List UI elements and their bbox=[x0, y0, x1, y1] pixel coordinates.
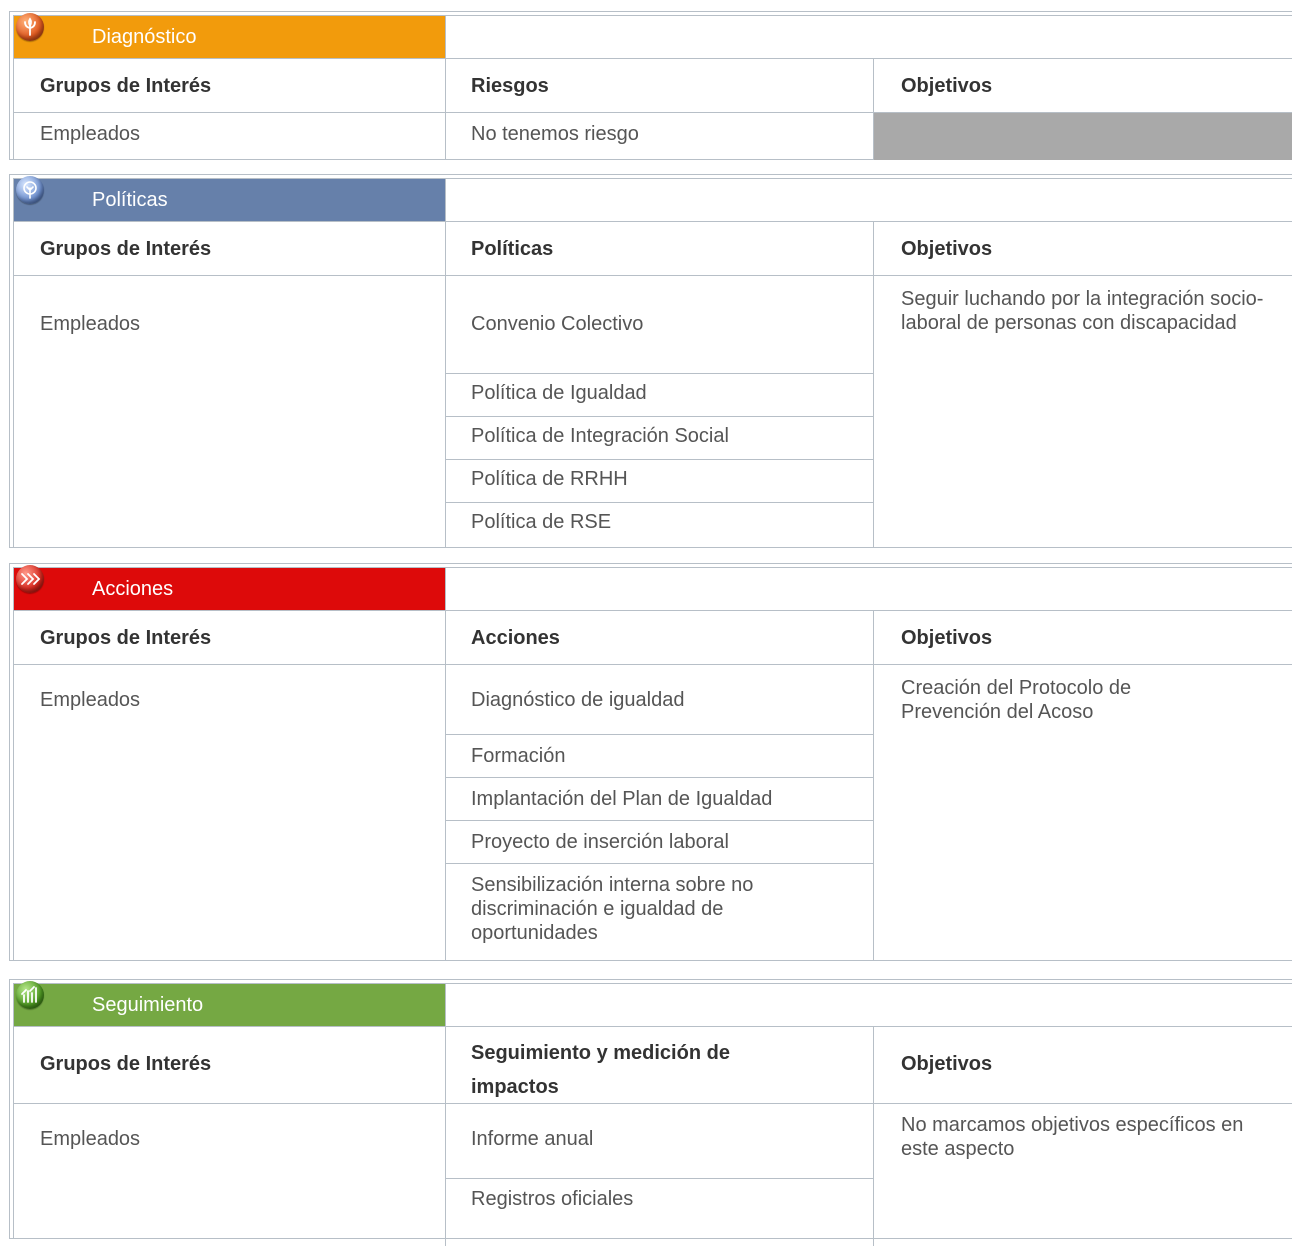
growth-icon bbox=[16, 981, 44, 1009]
objetivo-cell: Creación del Protocolo de Prevención del… bbox=[901, 677, 1132, 723]
column-header-objetivos: Objetivos bbox=[901, 1053, 993, 1075]
column-header-grupos: Grupos de Interés bbox=[40, 627, 212, 649]
seguimiento-item: Informe anual bbox=[471, 1128, 594, 1150]
sprout-icon bbox=[16, 13, 44, 41]
diagnostico-section: Diagnóstico Grupos de Interés Riesgos Ob… bbox=[9, 11, 1292, 160]
seguimiento-header: Seguimiento bbox=[14, 981, 1292, 1027]
section-title: Políticas bbox=[92, 189, 168, 211]
column-header-grupos: Grupos de Interés bbox=[40, 1053, 212, 1075]
politica-item: Política de RRHH bbox=[471, 468, 628, 490]
politicas-tab: Políticas bbox=[14, 176, 446, 221]
politica-item: Convenio Colectivo bbox=[471, 313, 644, 335]
politica-item: Política de RSE bbox=[471, 511, 612, 533]
column-header-grupos: Grupos de Interés bbox=[40, 238, 212, 260]
column-header-objetivos: Objetivos bbox=[901, 75, 993, 97]
grupo-cell: Empleados bbox=[40, 313, 141, 335]
seguimiento-section: Seguimiento Grupos de Interés Seguimient… bbox=[9, 979, 1292, 1246]
accion-item: Formación bbox=[471, 745, 566, 767]
seguimiento-tab: Seguimiento bbox=[14, 981, 446, 1026]
politica-item: Política de Integración Social bbox=[471, 425, 729, 447]
objetivo-cell: No marcamos objetivos específicos en est… bbox=[901, 1114, 1244, 1160]
accion-item: Implantación del Plan de Igualdad bbox=[471, 788, 773, 810]
objetivo-empty-cell bbox=[874, 113, 1292, 160]
accion-item: Sensibilización interna sobre no discrim… bbox=[471, 874, 754, 944]
section-title: Seguimiento bbox=[92, 994, 204, 1016]
column-header-objetivos: Objetivos bbox=[901, 238, 993, 260]
column-header-seguimiento: Seguimiento y medición de impactos bbox=[471, 1042, 730, 1098]
column-header-objetivos: Objetivos bbox=[901, 627, 993, 649]
grupo-cell: Empleados bbox=[40, 1128, 141, 1150]
grupo-cell: Empleados bbox=[40, 123, 141, 145]
accion-item: Proyecto de inserción laboral bbox=[471, 831, 729, 853]
column-header-acciones: Acciones bbox=[471, 627, 560, 649]
accion-item: Diagnóstico de igualdad bbox=[471, 689, 685, 711]
acciones-section: Acciones Grupos de Interés Acciones Obje… bbox=[9, 563, 1292, 961]
politica-item: Política de Igualdad bbox=[471, 382, 647, 404]
branches-icon bbox=[16, 565, 44, 593]
column-header-riesgos: Riesgos bbox=[471, 75, 549, 97]
riesgo-cell: No tenemos riesgo bbox=[471, 123, 639, 145]
diagnostico-tab: Diagnóstico bbox=[14, 13, 446, 58]
acciones-header: Acciones bbox=[14, 565, 1292, 611]
politicas-header: Políticas bbox=[14, 176, 1292, 222]
grupo-cell: Empleados bbox=[40, 689, 141, 711]
tree-icon bbox=[16, 176, 44, 204]
politicas-section: Políticas Grupos de Interés Políticas Ob… bbox=[9, 174, 1292, 548]
seguimiento-item: Registros oficiales bbox=[471, 1188, 634, 1210]
objetivo-cell: Seguir luchando por la integración socio… bbox=[901, 288, 1264, 334]
column-header-politicas: Políticas bbox=[471, 238, 554, 260]
section-title: Diagnóstico bbox=[92, 26, 197, 48]
diagnostico-header: Diagnóstico bbox=[14, 13, 1292, 59]
acciones-tab: Acciones bbox=[14, 565, 446, 610]
column-header-grupos: Grupos de Interés bbox=[40, 75, 212, 97]
section-title: Acciones bbox=[92, 578, 174, 600]
